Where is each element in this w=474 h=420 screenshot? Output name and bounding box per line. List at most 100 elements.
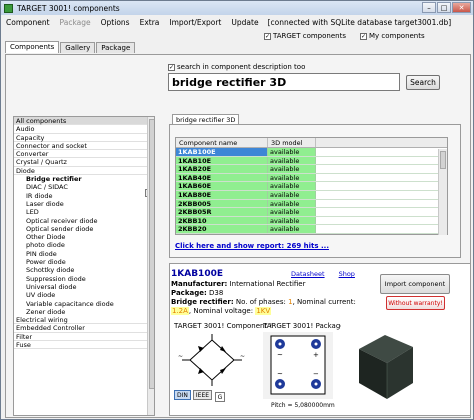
search-input[interactable] — [168, 73, 400, 91]
scroll-thumb[interactable] — [440, 151, 446, 169]
category-item[interactable]: Laser diode — [14, 200, 154, 208]
without-warranty-button[interactable]: Without warranty! — [386, 296, 445, 310]
table-row[interactable]: 1KAB10E available — [176, 156, 447, 166]
menu-import-export[interactable]: Import/Export — [164, 18, 226, 27]
category-item[interactable]: Filter — [14, 333, 154, 342]
category-item[interactable]: Other Diode — [14, 233, 154, 241]
tab-components[interactable]: Components — [5, 41, 60, 53]
package-title: TARGET 3001! Package! — [263, 322, 348, 330]
menu-extra[interactable]: Extra — [135, 18, 165, 27]
model-status-cell: available — [268, 165, 316, 173]
target-components-check[interactable]: ✓ TARGET components — [264, 32, 346, 40]
component-name-cell[interactable]: 2KBB005 — [176, 199, 268, 208]
category-item[interactable]: Schottky diode — [14, 266, 154, 274]
category-item[interactable]: Fuse — [14, 341, 154, 350]
component-name-cell[interactable]: 2KBB20 — [176, 225, 268, 233]
component-name-cell[interactable]: 1KAB60E — [176, 182, 268, 190]
component-name-cell[interactable]: 1KAB20E — [176, 165, 268, 173]
category-item[interactable]: UV diode — [14, 291, 154, 299]
category-item[interactable]: Connector and socket — [14, 142, 154, 151]
category-item[interactable]: Optical receiver diode — [14, 217, 154, 225]
tab-package[interactable]: Package — [96, 42, 136, 53]
category-item[interactable]: Suppression diode — [14, 275, 154, 283]
category-item[interactable]: Diode — [14, 167, 154, 176]
tab-din[interactable]: DIN — [174, 390, 191, 400]
category-item[interactable]: Variable capacitance diode — [14, 300, 154, 308]
category-tree[interactable]: All components Audio Capacity Connector and… — [13, 116, 155, 416]
category-item[interactable]: Crystal / Quartz — [14, 158, 154, 167]
category-item[interactable]: DIAC / SIDAC — [14, 183, 154, 191]
maximize-icon[interactable]: □ — [437, 2, 451, 13]
datasheet-link[interactable]: Datasheet — [291, 270, 325, 278]
table-row[interactable]: 1KAB20E available — [176, 165, 447, 174]
table-row[interactable]: 1KAB60E available — [176, 182, 447, 191]
category-item[interactable]: Power diode — [14, 258, 154, 266]
category-item[interactable]: PIN diode — [14, 250, 154, 258]
category-item[interactable]: Embedded Controller — [14, 324, 154, 333]
table-row[interactable]: 1KAB100E available — [176, 148, 447, 157]
component-title: 1KAB100E — [171, 269, 223, 279]
table-row[interactable]: 2KBB005 available — [176, 199, 447, 209]
column-header-3d-model[interactable]: 3D model — [268, 138, 316, 147]
checkbox-checked-icon[interactable]: ✓ — [168, 63, 175, 71]
category-item[interactable]: Electrical wiring — [14, 316, 154, 325]
search-button[interactable]: Search — [406, 75, 440, 90]
package-footprint-icon: ~ + ~ − — [263, 332, 333, 399]
menu-component[interactable]: Component — [1, 18, 55, 27]
tab-search-results[interactable]: bridge rectifier 3D — [172, 114, 240, 124]
category-item[interactable]: Audio — [14, 125, 154, 134]
checkbox-checked-icon[interactable]: ✓ — [359, 32, 367, 40]
table-row[interactable]: 2KBB10 available — [176, 216, 447, 226]
tab-ieee[interactable]: IEEE — [192, 390, 213, 400]
connection-status: [connected with SQLite database target30… — [267, 17, 452, 27]
svg-text:−: − — [313, 370, 319, 378]
column-header-name[interactable]: Component name — [176, 138, 268, 147]
grid-scrollbar[interactable] — [438, 149, 447, 235]
category-scrollbar[interactable] — [147, 117, 154, 415]
my-components-check[interactable]: ✓ My components — [359, 32, 425, 40]
shop-link[interactable]: Shop — [339, 270, 355, 278]
component-name-cell[interactable]: 1KAB10E — [176, 156, 268, 165]
g-button[interactable]: G — [215, 392, 225, 402]
table-row[interactable]: 2KBB05R available — [176, 208, 447, 217]
category-item[interactable]: Capacity — [14, 134, 154, 142]
symbol-title: TARGET 3001! Component ! — [174, 322, 273, 330]
component-name-cell[interactable]: 2KBB10 — [176, 216, 268, 225]
scroll-thumb[interactable] — [149, 119, 154, 389]
menu-package[interactable]: Package — [55, 18, 96, 27]
import-component-button[interactable]: Import component — [380, 274, 450, 294]
title-bar: TARGET 3001! components – □ ✕ — [1, 1, 473, 15]
component-name-cell[interactable]: 1KAB40E — [176, 173, 268, 182]
minimize-icon[interactable]: – — [422, 2, 436, 13]
table-row[interactable]: 1KAB40E available — [176, 173, 447, 183]
category-item[interactable]: photo diode — [14, 241, 154, 249]
show-report-link[interactable]: Click here and show report: 269 hits ... — [175, 242, 329, 250]
menu-options[interactable]: Options — [96, 18, 135, 27]
results-grid[interactable]: Component name 3D model 1KAB100E availabl… — [175, 137, 448, 235]
category-item[interactable]: Universal diode — [14, 283, 154, 291]
category-item[interactable]: LED — [14, 208, 154, 216]
grid-header: Component name 3D model — [176, 138, 447, 148]
model-status-cell: available — [268, 148, 316, 156]
menu-update[interactable]: Update — [226, 18, 263, 27]
category-item[interactable]: All components — [14, 117, 154, 126]
table-row[interactable]: 2KBB20 available — [176, 225, 447, 234]
bridge-rectifier-symbol-icon: ~ ~ — [174, 332, 249, 389]
component-name-cell[interactable]: 1KAB80E — [176, 190, 268, 199]
component-name-cell[interactable]: 2KBB05R — [176, 208, 268, 216]
component-name-cell[interactable]: 1KAB100E — [176, 148, 268, 156]
category-item[interactable]: Optical sender diode — [14, 225, 154, 233]
svg-text:~: ~ — [178, 353, 183, 360]
tab-gallery[interactable]: Gallery — [60, 42, 96, 53]
category-item[interactable]: Converter — [14, 150, 154, 159]
main-tabs: Components Gallery Package — [5, 41, 136, 53]
category-item[interactable]: Zener diode — [14, 308, 154, 316]
category-item[interactable]: Bridge rectifier — [14, 175, 154, 183]
function-line: Bridge rectifier: No. of phases: 1, Nomi… — [171, 298, 356, 306]
close-icon[interactable]: ✕ — [452, 2, 471, 13]
category-item[interactable]: IR diode — [14, 192, 154, 200]
model-status-cell: available — [268, 156, 316, 165]
checkbox-checked-icon[interactable]: ✓ — [264, 32, 271, 40]
search-description-check[interactable]: ✓ search in component description too — [168, 63, 305, 71]
table-row[interactable]: 1KAB80E available — [176, 190, 447, 200]
